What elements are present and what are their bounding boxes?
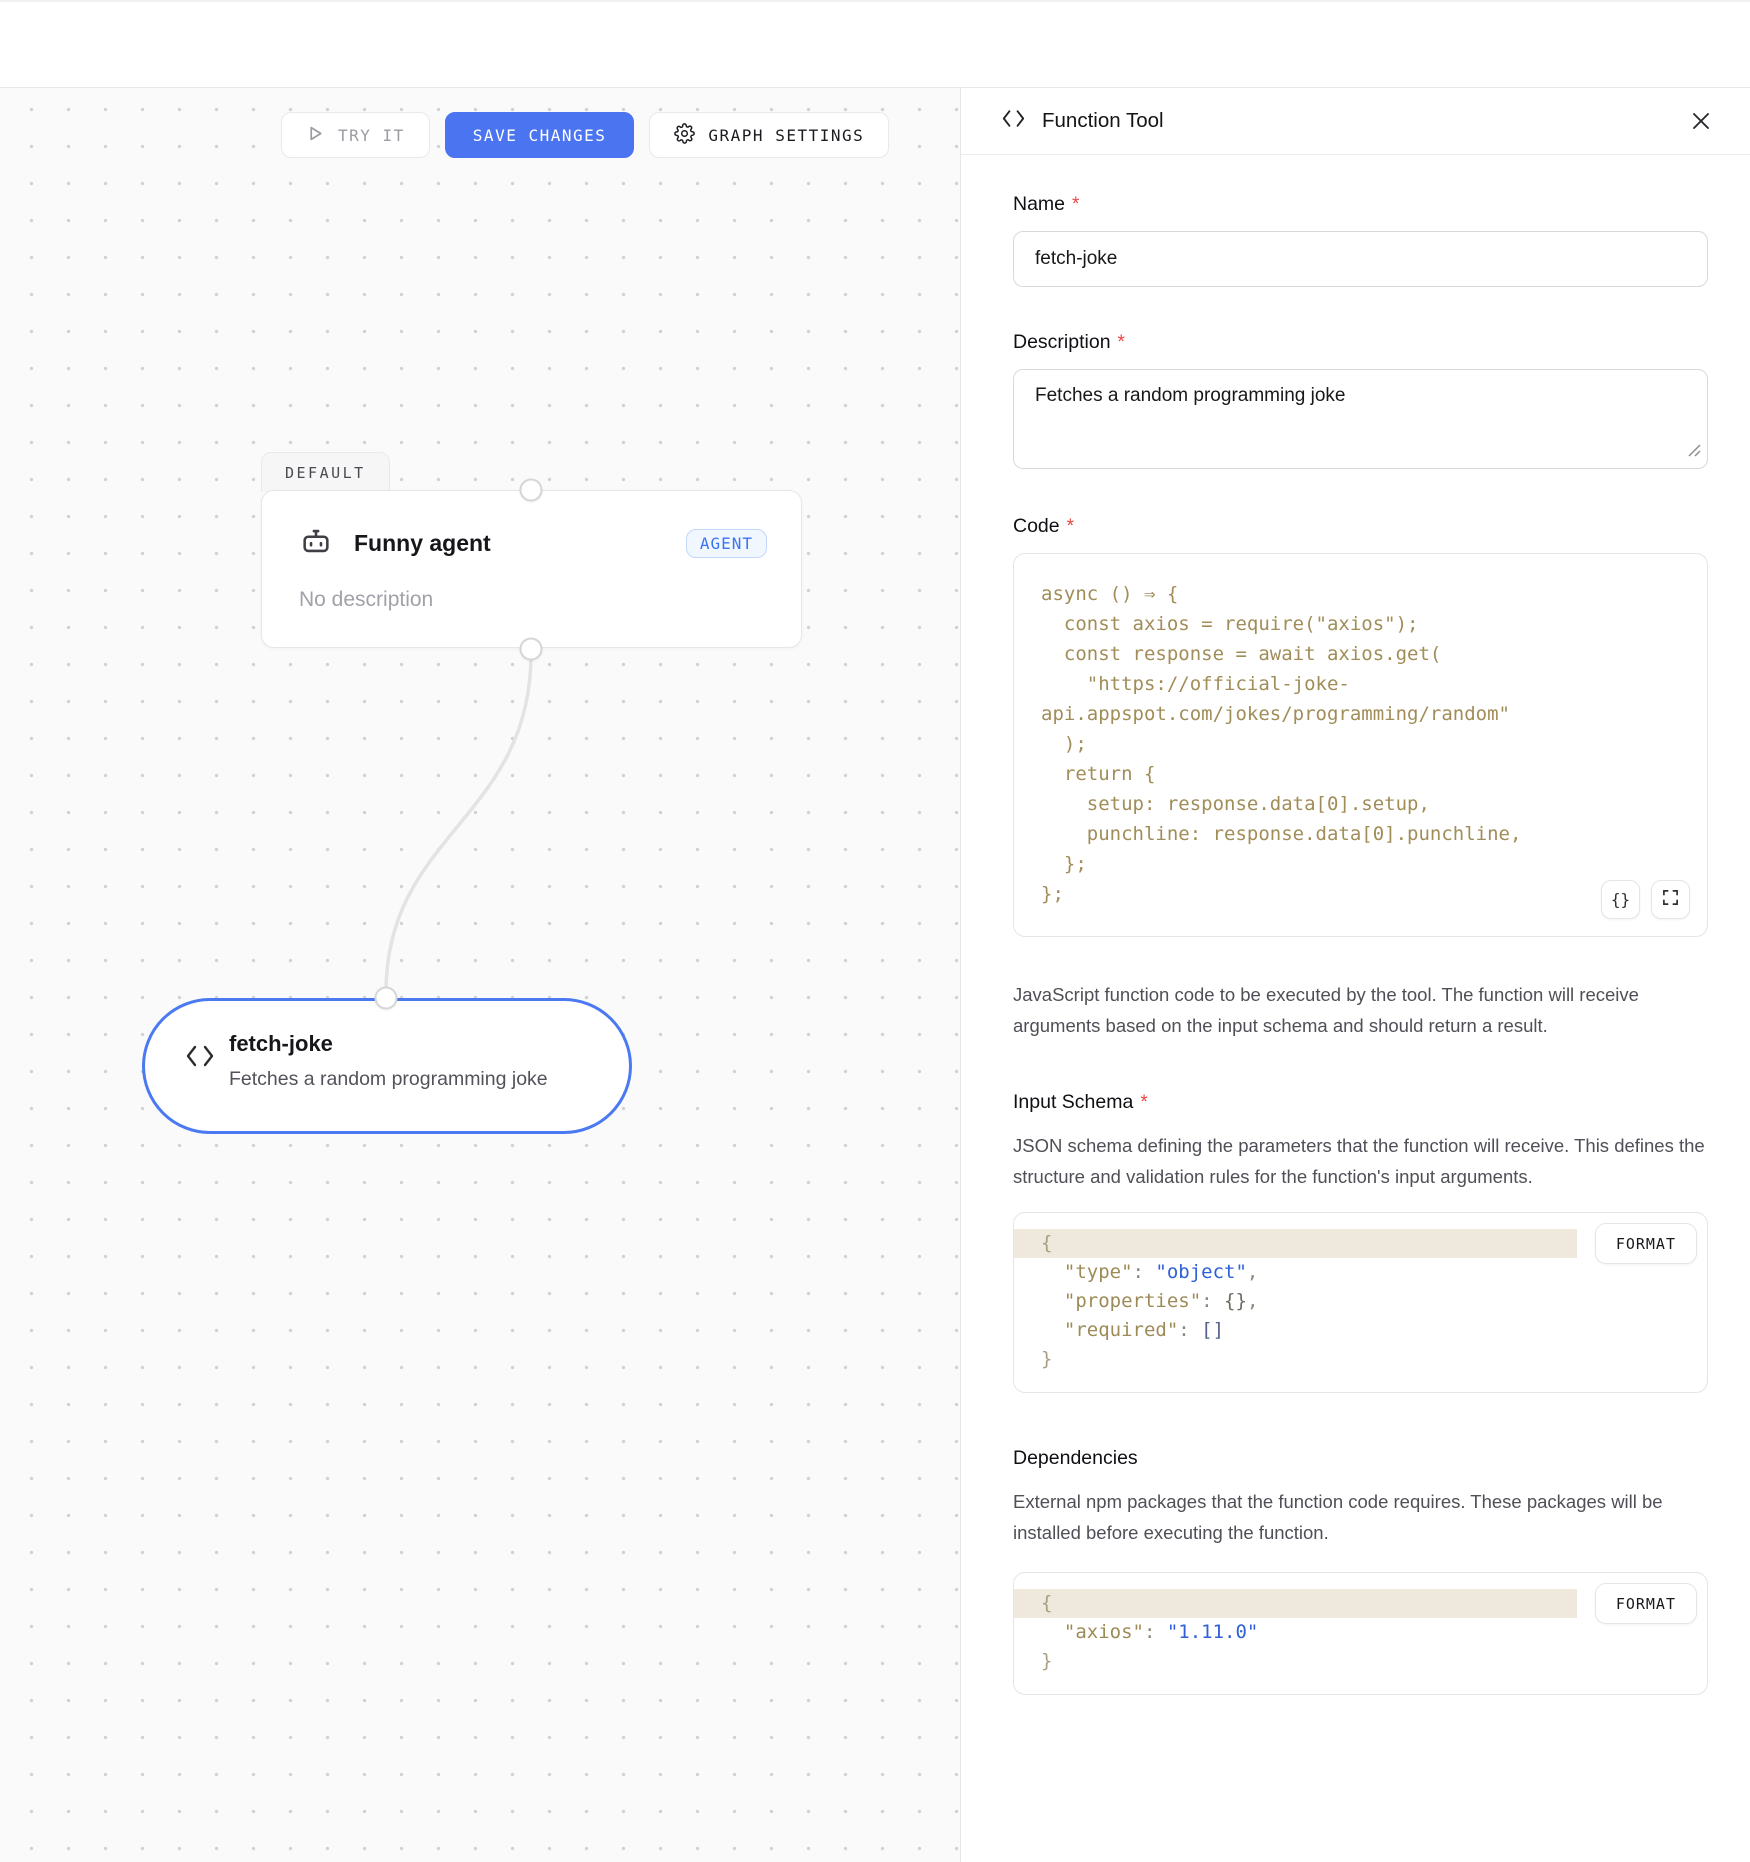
graph-settings-label: GRAPH SETTINGS — [708, 126, 864, 145]
robot-icon — [299, 524, 333, 563]
dependencies-help-text: External npm packages that the function … — [1013, 1486, 1708, 1548]
tool-input-handle[interactable] — [375, 987, 398, 1010]
agent-output-handle[interactable] — [520, 638, 543, 661]
app-shell: TRY IT SAVE CHANGES GRAPH SETTINGS DEFAU… — [0, 88, 1750, 1862]
agent-node-description: No description — [262, 563, 801, 612]
window-top-bar — [0, 0, 1750, 88]
panel-title: Function Tool — [1042, 109, 1164, 133]
panel-header: Function Tool — [961, 88, 1750, 155]
fullscreen-icon — [1662, 889, 1679, 910]
canvas-toolbar: TRY IT SAVE CHANGES GRAPH SETTINGS — [281, 112, 889, 158]
input-schema-editor[interactable]: { "type": "object", "properties": {}, "r… — [1013, 1212, 1708, 1393]
function-tool-icon — [1001, 108, 1026, 134]
dependencies-label: Dependencies — [1013, 1447, 1708, 1470]
agent-node-title: Funny agent — [354, 530, 491, 557]
description-label: Description * — [1013, 331, 1708, 354]
node-funny-agent[interactable]: Funny agent AGENT No description — [261, 490, 802, 648]
format-code-button[interactable]: {} — [1601, 880, 1640, 919]
graph-settings-button[interactable]: GRAPH SETTINGS — [649, 112, 889, 158]
tool-node-description: Fetches a random programming joke — [229, 1068, 599, 1091]
expand-code-button[interactable] — [1651, 880, 1690, 919]
graph-canvas[interactable]: TRY IT SAVE CHANGES GRAPH SETTINGS DEFAU… — [0, 88, 960, 1862]
function-tool-panel: Function Tool Name * Description * Fetch… — [960, 88, 1750, 1862]
name-label: Name * — [1013, 193, 1708, 216]
try-it-label: TRY IT — [338, 126, 405, 145]
group-tab-label: DEFAULT — [285, 464, 366, 482]
save-changes-label: SAVE CHANGES — [473, 126, 607, 145]
play-icon — [306, 124, 325, 147]
code-help-text: JavaScript function code to be executed … — [1013, 979, 1708, 1041]
dependencies-editor[interactable]: { "axios": "1.11.0"} FORMAT — [1013, 1572, 1708, 1695]
agent-input-handle[interactable] — [520, 479, 543, 502]
save-changes-button[interactable]: SAVE CHANGES — [445, 112, 635, 158]
braces-icon: {} — [1611, 890, 1630, 909]
description-textarea[interactable]: Fetches a random programming joke — [1013, 369, 1708, 469]
name-input[interactable] — [1013, 231, 1708, 287]
gear-icon — [674, 123, 695, 148]
edge-agent-to-tool — [0, 88, 960, 1862]
code-brackets-icon — [185, 1043, 215, 1074]
node-fetch-joke[interactable]: fetch-joke Fetches a random programming … — [142, 998, 632, 1134]
panel-body: Name * Description * Fetches a random pr… — [961, 155, 1750, 1735]
close-panel-button[interactable] — [1684, 104, 1718, 138]
required-asterisk: * — [1067, 516, 1074, 538]
code-label: Code * — [1013, 515, 1708, 538]
format-dependencies-button[interactable]: FORMAT — [1595, 1583, 1697, 1624]
input-schema-help-text: JSON schema defining the parameters that… — [1013, 1130, 1708, 1192]
format-schema-button[interactable]: FORMAT — [1595, 1223, 1697, 1264]
code-editor[interactable]: async () ⇒ { const axios = require("axio… — [1013, 553, 1708, 937]
group-tab-default[interactable]: DEFAULT — [261, 452, 390, 492]
required-asterisk: * — [1140, 1092, 1147, 1114]
agent-type-badge: AGENT — [686, 529, 767, 558]
required-asterisk: * — [1072, 194, 1079, 216]
tool-node-title: fetch-joke — [229, 1031, 333, 1057]
required-asterisk: * — [1118, 332, 1125, 354]
try-it-button[interactable]: TRY IT — [281, 112, 430, 158]
input-schema-label: Input Schema * — [1013, 1091, 1708, 1114]
